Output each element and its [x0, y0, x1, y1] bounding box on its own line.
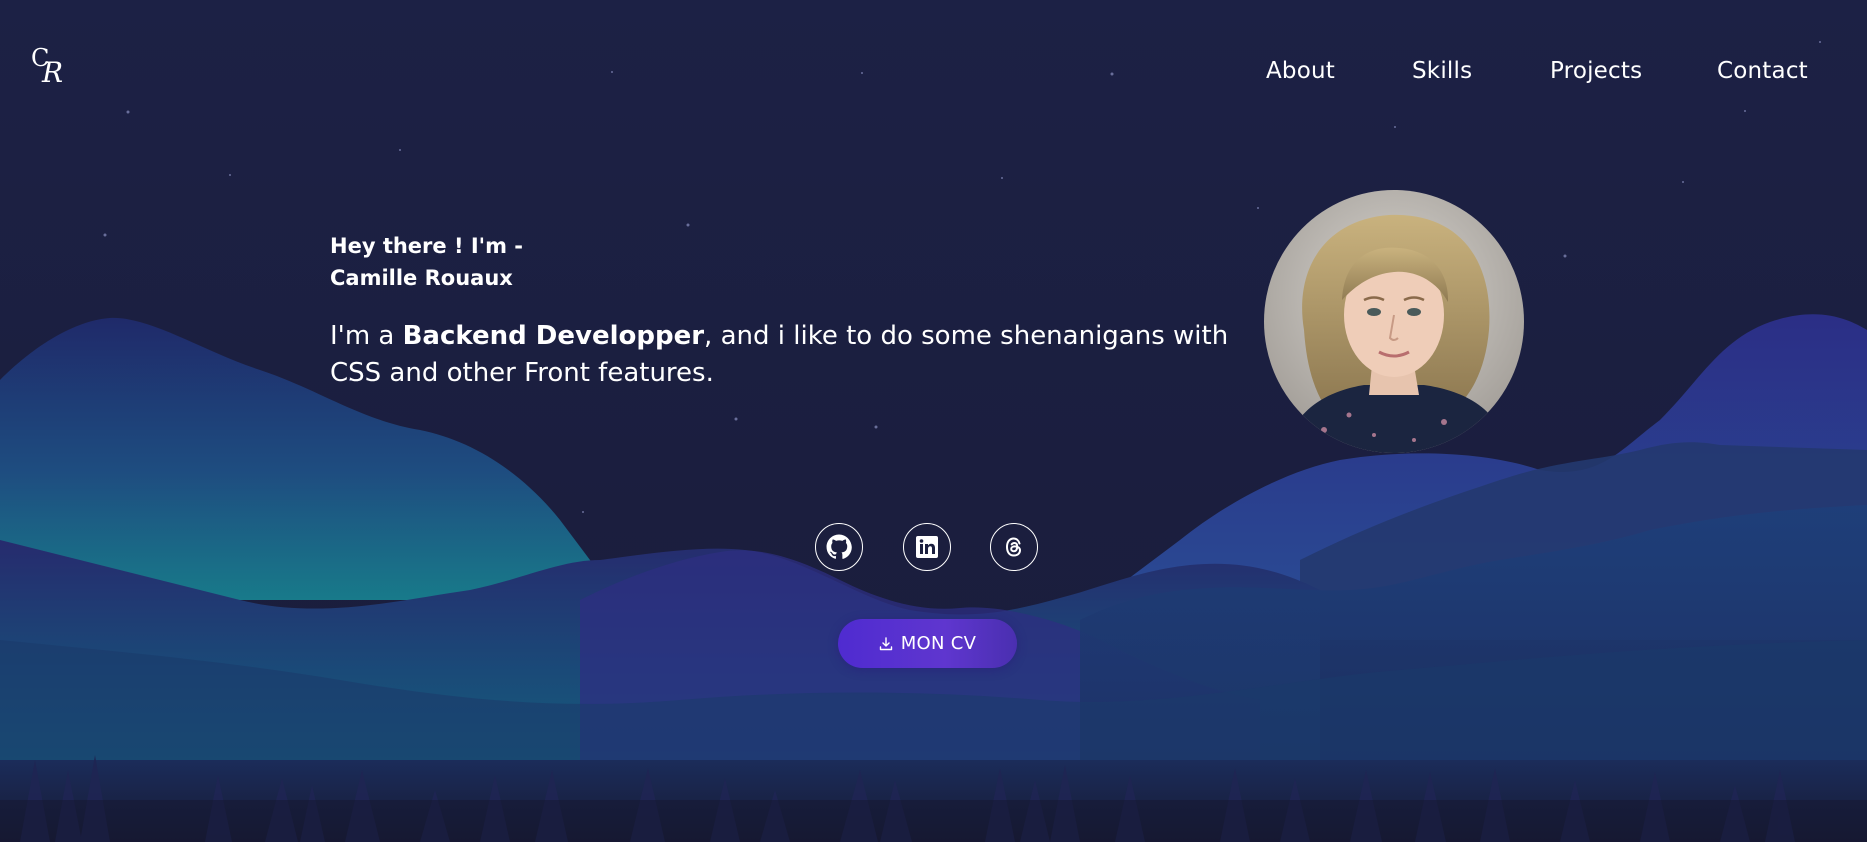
linkedin-link[interactable] [903, 523, 951, 571]
background-landscape [0, 0, 1867, 842]
nav-link-contact[interactable]: Contact [1717, 58, 1808, 84]
download-icon [879, 636, 892, 650]
linkedin-icon [916, 536, 938, 558]
github-icon [826, 534, 852, 559]
threads-icon [1005, 537, 1022, 557]
developer-name: Camille Rouaux [330, 266, 513, 290]
tagline-role: Backend Developper [402, 321, 705, 351]
avatar [1264, 190, 1524, 453]
greeting-line: Hey there ! I'm - [330, 234, 523, 258]
nav-link-about[interactable]: About [1266, 58, 1335, 84]
download-cv-button[interactable]: MON CV [838, 619, 1017, 668]
hero-tagline: I'm a Backend Developper, and i like to … [330, 318, 1230, 392]
cv-button-label: MON CV [900, 633, 977, 654]
main-nav: About Skills Projects Contact [0, 58, 1867, 88]
hero-greeting: Hey there ! I'm - Camille Rouaux [330, 230, 523, 294]
threads-link[interactable] [990, 523, 1038, 571]
nav-link-projects[interactable]: Projects [1550, 58, 1642, 84]
social-links [0, 523, 1867, 575]
portrait-image [1264, 190, 1524, 453]
tagline-prefix: I'm a [330, 321, 403, 351]
github-link[interactable] [815, 523, 863, 571]
nav-link-skills[interactable]: Skills [1412, 58, 1472, 84]
